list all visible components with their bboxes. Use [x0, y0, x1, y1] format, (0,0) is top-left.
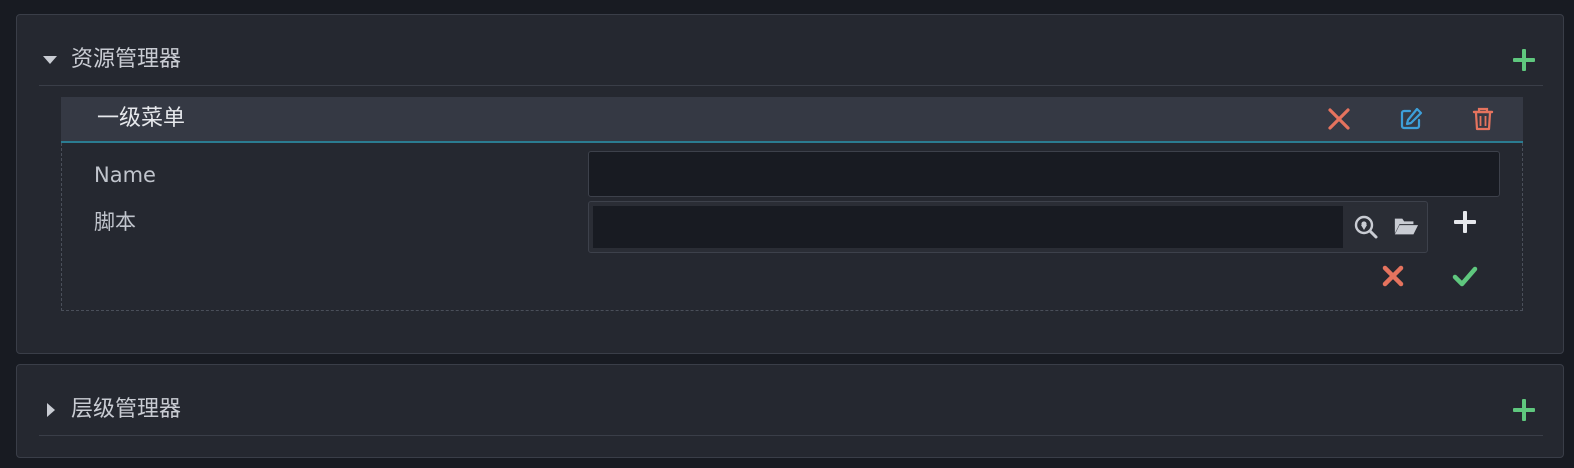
plus-icon[interactable] — [1511, 397, 1537, 423]
close-icon[interactable] — [1326, 106, 1352, 132]
resource-manager-title: 资源管理器 — [71, 47, 182, 72]
menu-card-body: Name 脚本 — [61, 143, 1523, 311]
plus-icon[interactable] — [1452, 209, 1478, 235]
cancel-icon[interactable] — [1380, 263, 1406, 289]
locate-icon[interactable] — [1353, 214, 1379, 240]
folder-open-icon[interactable] — [1393, 213, 1419, 239]
hierarchy-manager-header[interactable]: 层级管理器 — [39, 365, 1543, 436]
edit-icon[interactable] — [1398, 106, 1424, 132]
script-input[interactable] — [593, 206, 1343, 248]
script-field — [588, 201, 1428, 253]
trash-icon[interactable] — [1470, 106, 1496, 132]
caret-down-icon[interactable] — [43, 56, 57, 64]
caret-right-icon[interactable] — [47, 403, 55, 417]
menu-title: 一级菜单 — [97, 106, 186, 131]
hierarchy-manager-panel: 层级管理器 — [16, 364, 1564, 458]
script-label: 脚本 — [94, 210, 136, 234]
menu-card-header: 一级菜单 — [61, 97, 1523, 143]
resource-manager-header[interactable]: 资源管理器 — [39, 15, 1543, 86]
name-label: Name — [94, 163, 156, 187]
hierarchy-manager-title: 层级管理器 — [71, 397, 182, 422]
resource-manager-panel: 资源管理器 一级菜单 Name 脚本 — [16, 14, 1564, 354]
plus-icon[interactable] — [1511, 47, 1537, 73]
menu-card: 一级菜单 Name 脚本 — [61, 97, 1523, 311]
confirm-icon[interactable] — [1452, 263, 1478, 289]
name-input[interactable] — [588, 151, 1500, 197]
